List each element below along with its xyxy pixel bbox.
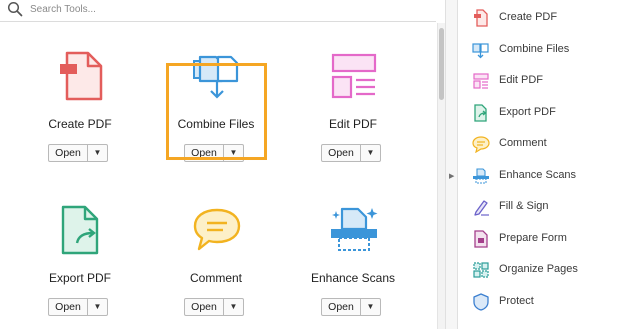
export-pdf-icon [61, 205, 99, 255]
create-pdf-icon [60, 51, 103, 101]
fill-sign-icon [474, 200, 489, 216]
tool-label: Enhance Scans [310, 271, 396, 285]
organize-pages-icon [473, 262, 489, 278]
chevron-down-icon[interactable]: ▼ [88, 145, 107, 161]
prepare-form-icon [474, 230, 488, 248]
scrollbar-thumb[interactable] [439, 28, 444, 100]
comment-icon [193, 208, 241, 251]
tool-label: Create PDF [48, 117, 112, 131]
panel-item-prepare-form[interactable]: Prepare Form [458, 226, 620, 252]
panel-item-create-pdf[interactable]: Create PDF [458, 5, 620, 31]
tool-label: Comment [189, 271, 242, 285]
panel-item-protect[interactable]: Protect [458, 289, 620, 315]
open-split-button: Open ▼ [48, 298, 108, 316]
search-bar [0, 0, 436, 22]
open-button[interactable]: Open [322, 299, 361, 315]
open-split-button: Open ▼ [184, 298, 244, 316]
edit-pdf-icon [331, 53, 377, 99]
panel-collapse-strip[interactable]: ▶ [445, 0, 458, 329]
chevron-down-icon[interactable]: ▼ [361, 145, 380, 161]
panel-item-enhance-scans[interactable]: Enhance Scans [458, 163, 620, 189]
search-input[interactable] [30, 2, 410, 16]
selection-highlight [166, 63, 267, 160]
edit-pdf-icon [473, 73, 489, 89]
chevron-down-icon[interactable]: ▼ [224, 299, 243, 315]
panel-item-label: Edit PDF [499, 74, 544, 86]
open-button[interactable]: Open [185, 299, 224, 315]
panel-item-label: Protect [499, 295, 534, 307]
panel-item-edit-pdf[interactable]: Edit PDF [458, 68, 620, 94]
open-button[interactable]: Open [49, 145, 88, 161]
panel-item-label: Comment [499, 137, 547, 149]
collapse-arrow-icon[interactable]: ▶ [449, 172, 454, 180]
protect-icon [473, 293, 489, 311]
scrollbar[interactable] [437, 23, 445, 329]
search-icon [7, 1, 23, 17]
comment-icon [472, 136, 490, 153]
panel-item-comment[interactable]: Comment [458, 131, 620, 157]
panel-item-label: Organize Pages [499, 263, 578, 275]
chevron-down-icon[interactable]: ▼ [88, 299, 107, 315]
right-tools-panel: Create PDF Combine Files Edit PDF Export… [458, 0, 620, 329]
open-split-button: Open ▼ [48, 144, 108, 162]
enhance-scans-icon [473, 168, 489, 184]
panel-item-export-pdf[interactable]: Export PDF [458, 100, 620, 126]
open-split-button: Open ▼ [321, 298, 381, 316]
open-button[interactable]: Open [322, 145, 361, 161]
export-pdf-icon [474, 104, 487, 122]
panel-item-label: Enhance Scans [499, 169, 577, 181]
panel-item-label: Fill & Sign [499, 200, 549, 212]
tools-grid: Create PDF Open ▼ Combine Files Open ▼ E… [0, 23, 436, 329]
panel-item-label: Combine Files [499, 43, 570, 55]
tool-label: Edit PDF [328, 117, 377, 131]
create-pdf-icon [474, 9, 488, 27]
tool-label: Export PDF [48, 271, 111, 285]
panel-item-label: Create PDF [499, 11, 558, 23]
panel-item-combine-files[interactable]: Combine Files [458, 37, 620, 63]
enhance-scans-icon [331, 207, 378, 251]
panel-item-fill-sign[interactable]: Fill & Sign [458, 194, 620, 220]
combine-files-icon [472, 43, 489, 59]
panel-item-label: Export PDF [499, 106, 556, 118]
open-button[interactable]: Open [49, 299, 88, 315]
chevron-down-icon[interactable]: ▼ [361, 299, 380, 315]
open-split-button: Open ▼ [321, 144, 381, 162]
panel-item-organize-pages[interactable]: Organize Pages [458, 257, 620, 283]
panel-item-label: Prepare Form [499, 232, 567, 244]
